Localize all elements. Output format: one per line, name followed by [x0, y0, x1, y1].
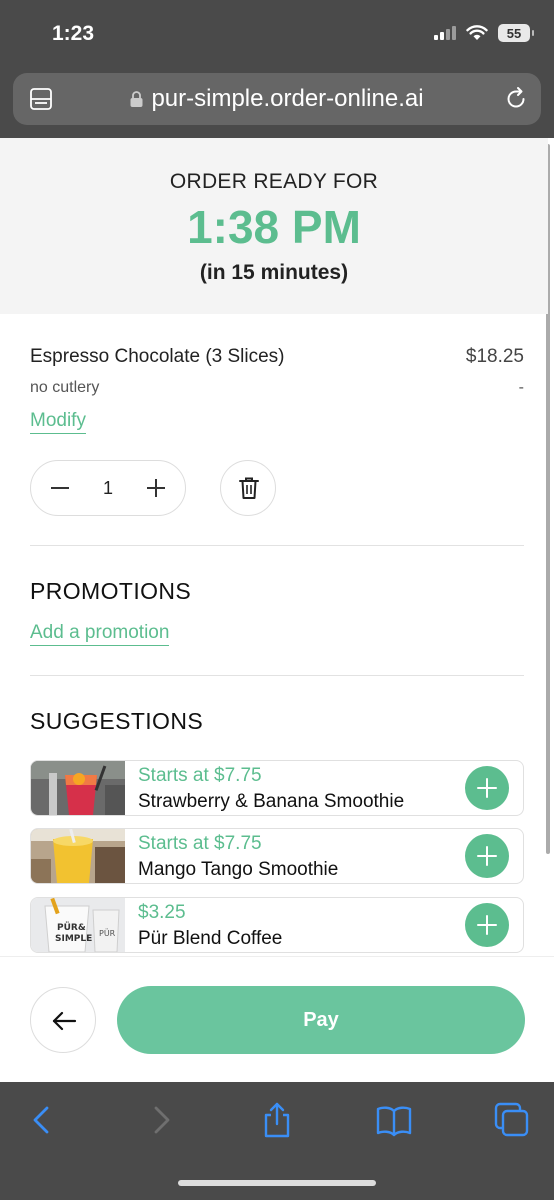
url-text: pur-simple.order-online.ai [151, 85, 424, 112]
bookmarks-icon[interactable] [376, 1102, 412, 1138]
svg-text:PÜR: PÜR [99, 928, 116, 938]
add-promotion-link[interactable]: Add a promotion [30, 622, 170, 646]
back-button[interactable] [30, 987, 96, 1053]
svg-text:SIMPLE: SIMPLE [55, 934, 92, 944]
add-suggestion-button[interactable] [465, 903, 509, 947]
trash-icon [239, 477, 259, 499]
order-ready-label: ORDER READY FOR [169, 170, 379, 193]
order-ready-time: 1:38 PM [187, 201, 361, 253]
suggestion-card[interactable]: Starts at $7.75 Mango Tango Smoothie [30, 828, 524, 884]
lock-icon [130, 91, 143, 107]
status-time: 1:23 [52, 22, 95, 45]
increase-quantity-button[interactable] [143, 475, 169, 501]
wifi-icon [466, 25, 488, 40]
strawberry-banana-smoothie-image [31, 761, 125, 815]
order-ready-panel: ORDER READY FOR 1:38 PM (in 15 minutes) [0, 138, 548, 314]
browser-address-area: pur-simple.order-online.ai [0, 70, 554, 138]
suggestion-name: Mango Tango Smoothie [138, 859, 339, 880]
modify-item-link[interactable]: Modify [30, 410, 86, 434]
checkout-footer: Pay [0, 956, 554, 1082]
pur-blend-coffee-image: PÜR& SIMPLE PÜR [31, 898, 125, 952]
tabs-icon[interactable] [494, 1102, 530, 1138]
suggestion-price: Starts at $7.75 [138, 833, 262, 854]
cart-item-note: no cutlery [30, 379, 100, 396]
checkout-page: ORDER READY FOR 1:38 PM (in 15 minutes) … [0, 138, 554, 1082]
order-ready-eta: (in 15 minutes) [199, 261, 349, 284]
url-display[interactable]: pur-simple.order-online.ai [13, 85, 541, 113]
back-chevron-icon[interactable] [24, 1102, 60, 1138]
reload-icon[interactable] [503, 86, 529, 112]
forward-chevron-icon[interactable] [143, 1102, 179, 1138]
promotions-title: PROMOTIONS [30, 578, 192, 604]
suggestion-price: Starts at $7.75 [138, 765, 262, 786]
cart-item-note-price: - [518, 379, 524, 396]
add-suggestion-button[interactable] [465, 766, 509, 810]
cart-item-name: Espresso Chocolate (3 Slices) [30, 346, 285, 367]
signal-icon [434, 26, 456, 40]
suggestion-card[interactable]: PÜR& SIMPLE PÜR $3.25 Pür Blend Coffee [30, 897, 524, 953]
remove-item-button[interactable] [220, 460, 276, 516]
status-bar: 1:23 55 [0, 0, 554, 70]
arrow-left-icon [52, 1011, 77, 1031]
quantity-stepper: 1 [30, 460, 186, 516]
mango-tango-smoothie-image [31, 829, 125, 883]
section-divider [30, 545, 524, 546]
address-bar[interactable]: pur-simple.order-online.ai [13, 73, 541, 125]
share-icon[interactable] [259, 1102, 295, 1138]
suggestion-price: $3.25 [138, 902, 186, 923]
home-indicator [178, 1180, 376, 1186]
battery-icon: 55 [498, 24, 534, 42]
suggestion-name: Strawberry & Banana Smoothie [138, 791, 405, 812]
add-suggestion-button[interactable] [465, 834, 509, 878]
suggestion-name: Pür Blend Coffee [138, 928, 283, 949]
status-icons: 55 [434, 24, 534, 42]
section-divider [30, 675, 524, 676]
suggestions-title: SUGGESTIONS [30, 708, 204, 734]
suggestion-card[interactable]: Starts at $7.75 Strawberry & Banana Smoo… [30, 760, 524, 816]
pay-button[interactable]: Pay [117, 986, 525, 1054]
svg-text:PÜR&: PÜR& [57, 922, 86, 933]
browser-toolbar [0, 1082, 554, 1200]
cart-item-price: $18.25 [465, 346, 524, 367]
